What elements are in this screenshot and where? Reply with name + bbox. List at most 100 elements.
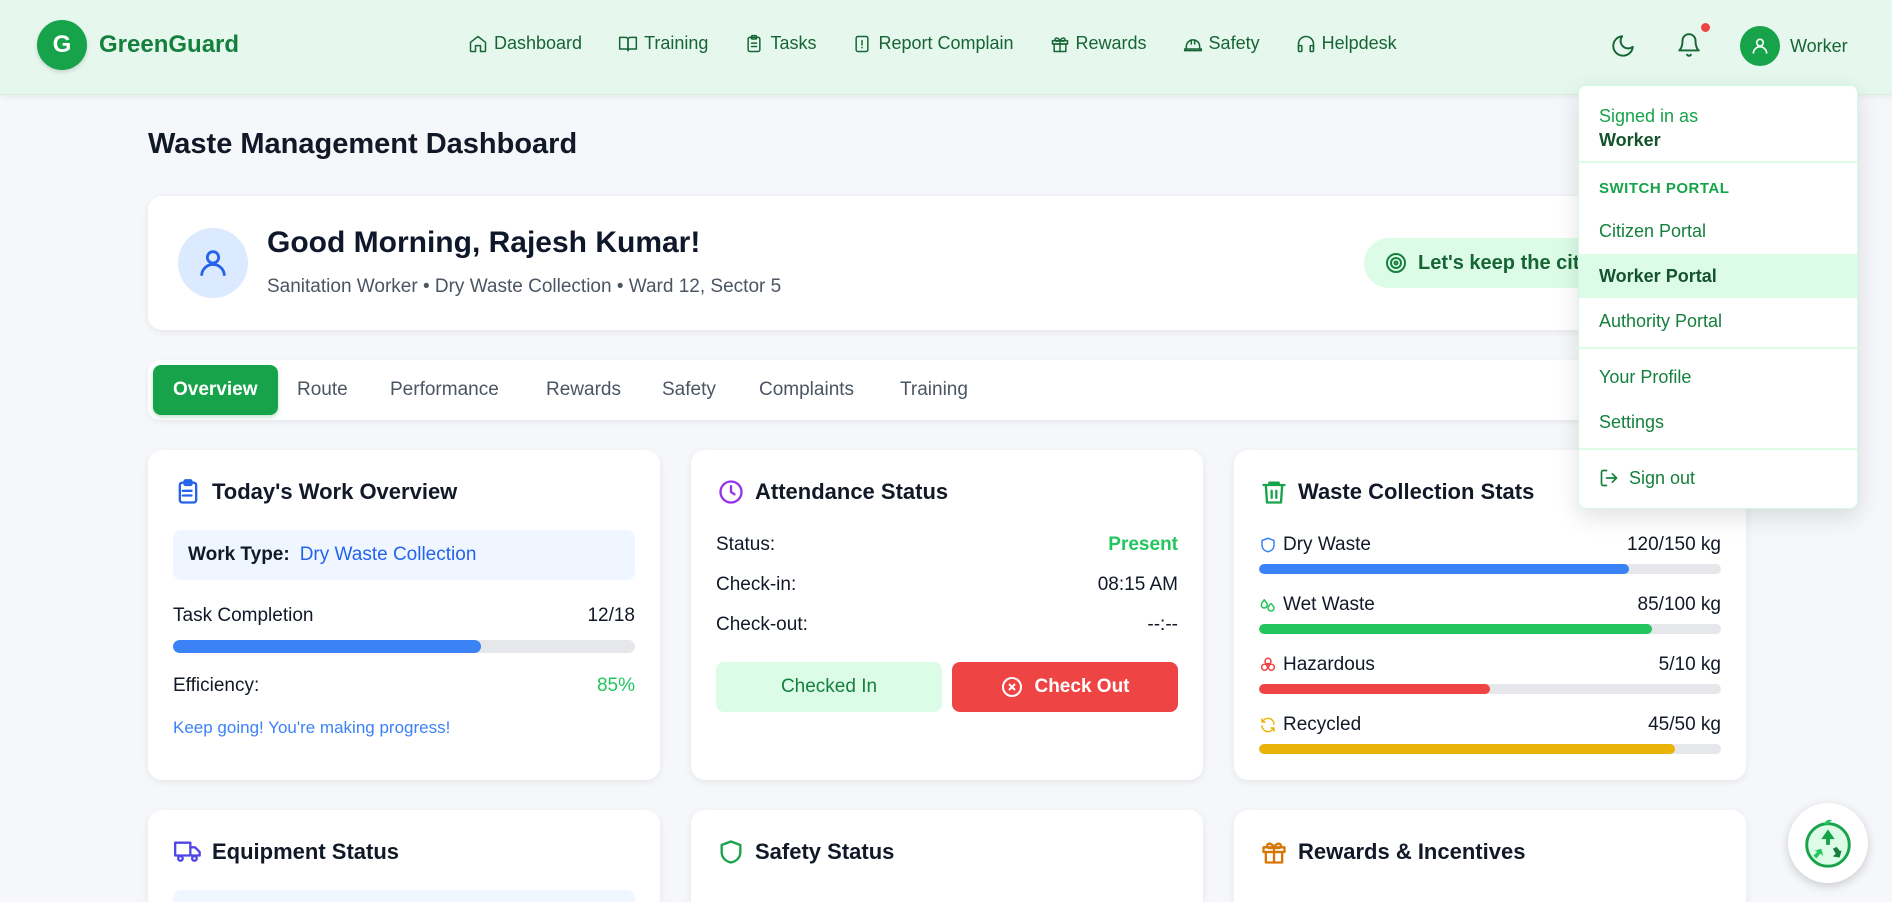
- stat-bar-recycled: [1259, 744, 1721, 754]
- recycle-assistant-button[interactable]: [1788, 803, 1868, 883]
- rewards-card: Rewards & Incentives: [1234, 810, 1746, 902]
- card-header: Safety Status: [717, 838, 894, 866]
- work-type-value: Dry Waste Collection: [299, 544, 477, 565]
- greeting-card: Good Morning, Rajesh Kumar! Sanitation W…: [148, 196, 1784, 330]
- tab-overview[interactable]: Overview: [153, 365, 278, 415]
- card-header: Rewards & Incentives: [1260, 838, 1525, 866]
- sign-out-label: Sign out: [1629, 467, 1696, 488]
- nav-label: Rewards: [1075, 33, 1147, 53]
- nav-label: Helpdesk: [1321, 33, 1397, 53]
- card-title: Attendance Status: [755, 479, 949, 504]
- tab-training[interactable]: Training: [880, 365, 988, 415]
- nav-rewards[interactable]: Rewards: [1050, 33, 1147, 54]
- tab-bar: Overview Route Performance Rewards Safet…: [148, 360, 1748, 420]
- brand[interactable]: G GreenGuard: [37, 20, 239, 70]
- recycle-icon: [1261, 717, 1275, 733]
- bell-icon: [1678, 33, 1700, 57]
- tab-complaints[interactable]: Complaints: [739, 365, 874, 415]
- x-circle-icon: [1002, 677, 1023, 697]
- nav-label: Tasks: [770, 33, 817, 53]
- nav-dashboard[interactable]: Dashboard: [468, 33, 582, 54]
- stat-label: Dry Waste: [1259, 534, 1371, 556]
- tab-safety[interactable]: Safety: [642, 365, 736, 415]
- stat-bar-fill: [1259, 564, 1629, 574]
- stat-row-hazardous: Hazardous 5/10 kg: [1259, 654, 1721, 676]
- stat-row-recycled: Recycled 45/50 kg: [1259, 714, 1721, 736]
- headphones-icon: [1297, 35, 1314, 52]
- authority-portal-item[interactable]: Authority Portal: [1579, 299, 1857, 343]
- gift-icon: [1262, 842, 1286, 864]
- card-header: Attendance Status: [717, 478, 948, 506]
- attendance-card: Attendance Status Status: Present Check-…: [691, 450, 1203, 780]
- efficiency-row: Efficiency: 85%: [173, 675, 635, 697]
- tab-rewards[interactable]: Rewards: [526, 365, 641, 415]
- nav-label: Report Complain: [878, 33, 1014, 53]
- check-out-label: Check Out: [1034, 676, 1130, 697]
- nav-tasks[interactable]: Tasks: [744, 33, 816, 54]
- trash-icon: [1262, 481, 1286, 504]
- hard-hat-icon: [1183, 38, 1202, 51]
- notification-dot: [1701, 23, 1710, 32]
- citizen-portal-item[interactable]: Citizen Portal: [1579, 209, 1857, 253]
- user-name: Worker: [1790, 35, 1848, 56]
- nav-safety[interactable]: Safety: [1183, 33, 1260, 54]
- moon-icon: [1612, 35, 1634, 57]
- greeting-subtitle: Sanitation Worker • Dry Waste Collection…: [267, 276, 782, 297]
- task-completion-value: 12/18: [587, 605, 635, 626]
- tab-performance[interactable]: Performance: [370, 365, 519, 415]
- card-title: Today's Work Overview: [212, 479, 458, 504]
- recycle-icon: [1805, 819, 1851, 868]
- settings-item[interactable]: Settings: [1579, 400, 1857, 444]
- your-profile-item[interactable]: Your Profile: [1579, 355, 1857, 399]
- droplets-icon: [1260, 599, 1275, 612]
- work-type-label: Work Type:: [188, 544, 290, 565]
- card-title: Safety Status: [755, 839, 895, 864]
- gift-icon: [1051, 36, 1068, 52]
- task-completion-row: Task Completion 12/18: [173, 605, 635, 627]
- log-out-icon: [1600, 469, 1618, 487]
- check-out-button[interactable]: Check Out: [952, 662, 1178, 712]
- divider: [1579, 448, 1857, 450]
- page-title: Waste Management Dashboard: [148, 128, 578, 160]
- card-header: Today's Work Overview: [174, 478, 457, 506]
- divider: [1579, 161, 1857, 163]
- shield-icon: [1261, 537, 1275, 553]
- nav-training[interactable]: Training: [618, 33, 708, 54]
- user-menu-button[interactable]: Worker: [1740, 26, 1848, 66]
- clock-icon: [719, 480, 743, 504]
- nav-label: Dashboard: [494, 33, 583, 53]
- sign-out-item[interactable]: Sign out: [1579, 456, 1857, 500]
- checked-in-button[interactable]: Checked In: [716, 662, 942, 712]
- signed-in-label: Signed in as: [1599, 106, 1699, 126]
- signed-in-info: Signed in as Worker: [1599, 104, 1698, 152]
- stat-value: 85/100 kg: [1637, 594, 1721, 615]
- shield-icon: [720, 840, 742, 864]
- card-header: Equipment Status: [174, 838, 399, 866]
- stat-name: Recycled: [1283, 714, 1362, 735]
- truck-icon: [174, 841, 201, 862]
- worker-portal-item[interactable]: Worker Portal: [1579, 254, 1857, 298]
- alert-file-icon: [855, 35, 870, 52]
- stat-name: Hazardous: [1283, 654, 1375, 675]
- user-icon: [1752, 38, 1768, 54]
- stat-bar-hazardous: [1259, 684, 1721, 694]
- book-icon: [618, 36, 638, 51]
- nav-report-complain[interactable]: Report Complain: [852, 33, 1014, 54]
- nav-helpdesk[interactable]: Helpdesk: [1296, 33, 1397, 54]
- notifications-button[interactable]: [1676, 32, 1702, 63]
- stat-bar-fill: [1259, 624, 1652, 634]
- brand-name: GreenGuard: [99, 31, 240, 58]
- avatar: [1740, 26, 1780, 66]
- efficiency-label: Efficiency:: [173, 675, 260, 696]
- tab-route[interactable]: Route: [277, 365, 368, 415]
- stat-name: Dry Waste: [1283, 534, 1371, 555]
- stat-label: Hazardous: [1259, 654, 1375, 676]
- checkout-value: --:--: [1147, 614, 1178, 635]
- card-title: Equipment Status: [212, 839, 400, 864]
- biohazard-icon: [1260, 657, 1276, 671]
- checkout-label: Check-out:: [716, 614, 808, 635]
- theme-toggle[interactable]: [1610, 33, 1636, 64]
- nav-label: Training: [644, 33, 709, 53]
- user-icon: [200, 250, 226, 276]
- stat-bar-fill: [1259, 744, 1675, 754]
